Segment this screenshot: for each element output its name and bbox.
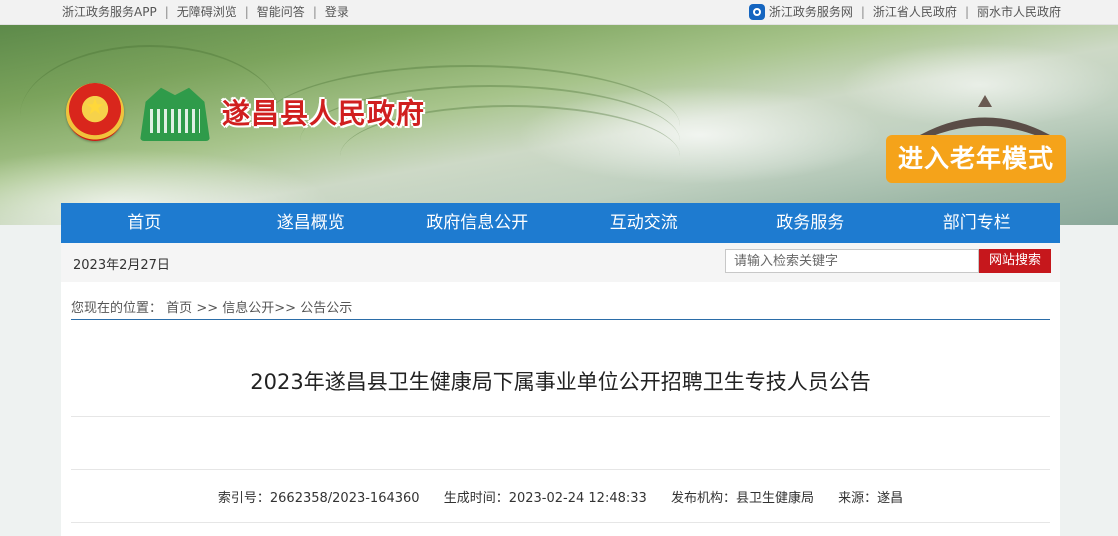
nav-interaction[interactable]: 互动交流 bbox=[561, 203, 728, 243]
top-utility-bar: 浙江政务服务APP | 无障碍浏览 | 智能问答 | 登录 浙江政务服务网 | … bbox=[0, 0, 1118, 25]
nav-overview[interactable]: 遂昌概览 bbox=[228, 203, 395, 243]
meta-index: 索引号：2662358/2023-164360 bbox=[218, 491, 420, 506]
meta-org-value: 县卫生健康局 bbox=[735, 491, 814, 506]
article-meta: 索引号：2662358/2023-164360 生成时间：2023-02-24 … bbox=[61, 487, 1060, 506]
top-right-links: 浙江政务服务网 | 浙江省人民政府 | 丽水市人民政府 bbox=[748, 0, 1061, 24]
divider: | bbox=[312, 5, 317, 19]
national-emblem-icon: ★ bbox=[66, 83, 124, 141]
meta-source-value: 遂昌 bbox=[877, 491, 904, 506]
nav-home[interactable]: 首页 bbox=[61, 203, 228, 243]
breadcrumb-info-public[interactable]: 信息公开 bbox=[222, 301, 274, 316]
top-left-links: 浙江政务服务APP | 无障碍浏览 | 智能问答 | 登录 bbox=[62, 0, 349, 24]
zhejiang-gov-link[interactable]: 浙江省人民政府 bbox=[873, 0, 957, 24]
divider: | bbox=[964, 5, 969, 19]
breadcrumb-prefix: 您现在的位置： bbox=[71, 301, 163, 316]
search-button[interactable]: 网站搜索 bbox=[979, 249, 1051, 273]
zhejiang-app-link[interactable]: 浙江政务服务APP bbox=[62, 0, 157, 24]
meta-time-value: 2023-02-24 12:48:33 bbox=[508, 491, 647, 506]
meta-org-label: 发布机构： bbox=[670, 491, 736, 506]
article-panel: 您现在的位置： 首页 >> 信息公开>> 公告公示 2023年遂昌县卫生健康局下… bbox=[61, 282, 1060, 536]
lishui-gov-link[interactable]: 丽水市人民政府 bbox=[977, 0, 1061, 24]
breadcrumb-home[interactable]: 首页 bbox=[166, 301, 192, 316]
divider: | bbox=[164, 5, 169, 19]
divider: | bbox=[860, 5, 865, 19]
login-link[interactable]: 登录 bbox=[325, 0, 349, 24]
meta-time-label: 生成时间： bbox=[443, 491, 509, 506]
meta-time: 生成时间：2023-02-24 12:48:33 bbox=[444, 491, 647, 506]
site-title[interactable]: 遂昌县人民政府 bbox=[222, 92, 425, 132]
meta-source: 来源：遂昌 bbox=[838, 491, 903, 506]
accessibility-link[interactable]: 无障碍浏览 bbox=[177, 0, 237, 24]
date-search-bar: 2023年2月27日 网站搜索 bbox=[61, 243, 1060, 282]
zhejiang-service-link[interactable]: 浙江政务服务网 bbox=[769, 0, 853, 24]
meta-source-label: 来源： bbox=[838, 491, 878, 506]
divider bbox=[71, 469, 1050, 470]
meta-org: 发布机构：县卫生健康局 bbox=[671, 491, 814, 506]
elderly-mode-button[interactable]: 进入老年模式 bbox=[886, 135, 1066, 183]
nav-services[interactable]: 政务服务 bbox=[727, 203, 894, 243]
meta-index-label: 索引号： bbox=[217, 491, 270, 506]
meta-index-value: 2662358/2023-164360 bbox=[269, 491, 420, 506]
current-date: 2023年2月27日 bbox=[73, 258, 170, 273]
main-nav: 首页 遂昌概览 政府信息公开 互动交流 政务服务 部门专栏 bbox=[61, 203, 1060, 243]
breadcrumb-separator: >> bbox=[274, 301, 297, 316]
breadcrumb-separator: >> bbox=[196, 301, 219, 316]
divider bbox=[71, 416, 1050, 417]
breadcrumb: 您现在的位置： 首页 >> 信息公开>> 公告公示 bbox=[71, 297, 352, 316]
search-input[interactable] bbox=[725, 249, 979, 273]
divider: | bbox=[244, 5, 249, 19]
article-title: 2023年遂昌县卫生健康局下属事业单位公开招聘卫生专技人员公告 bbox=[250, 370, 871, 394]
nav-departments[interactable]: 部门专栏 bbox=[894, 203, 1061, 243]
zhejiang-service-icon bbox=[748, 4, 765, 20]
breadcrumb-announcements[interactable]: 公告公示 bbox=[300, 301, 352, 316]
smart-qa-link[interactable]: 智能问答 bbox=[257, 0, 305, 24]
nav-gov-info[interactable]: 政府信息公开 bbox=[394, 203, 561, 243]
breadcrumb-divider bbox=[71, 319, 1050, 320]
divider bbox=[71, 522, 1050, 523]
